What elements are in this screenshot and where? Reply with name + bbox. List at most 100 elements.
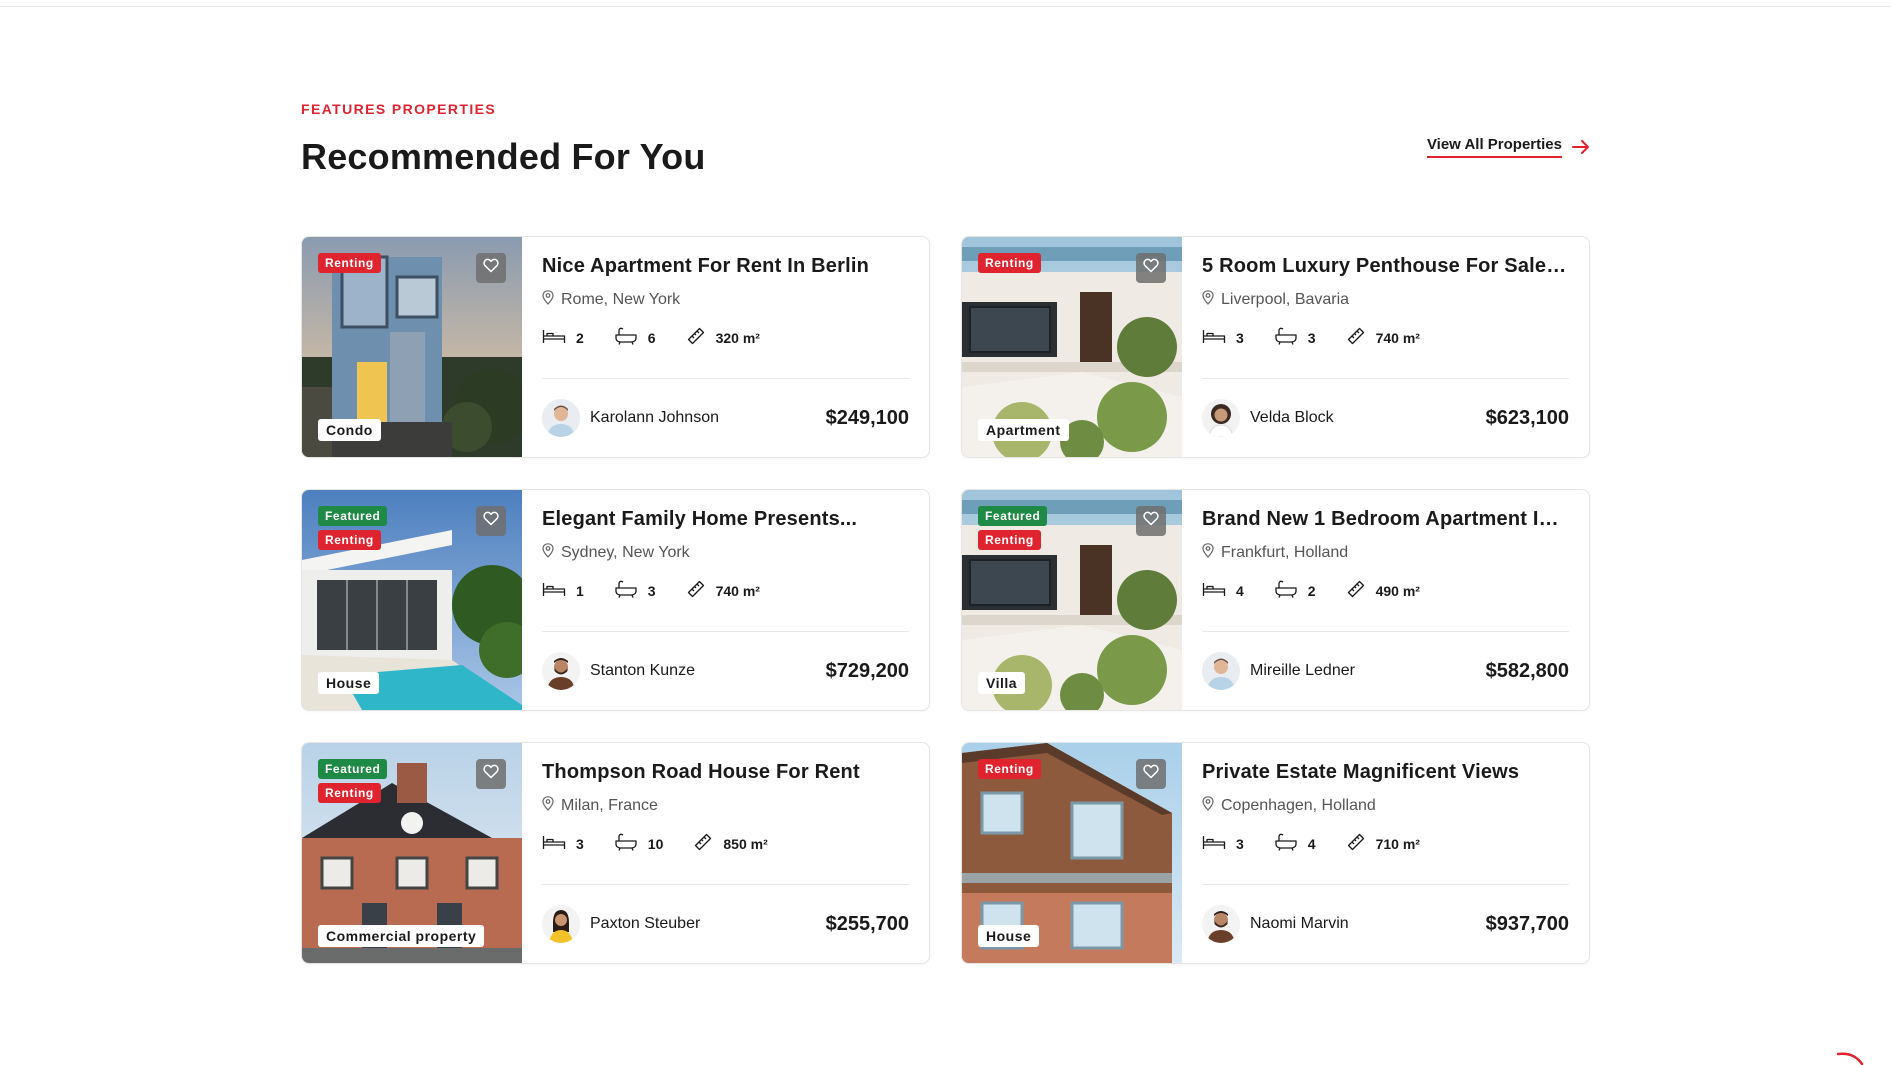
- location-pin-icon: [542, 543, 554, 563]
- location-text: Frankfurt, Holland: [1221, 544, 1349, 561]
- avatar: [542, 652, 580, 690]
- heart-icon: [1143, 764, 1159, 784]
- property-type-tag: Apartment: [978, 419, 1069, 441]
- bathtub-icon: [614, 580, 638, 601]
- agent-name: Paxton Steuber: [590, 915, 701, 932]
- location-text: Sydney, New York: [561, 544, 690, 561]
- card-divider: [542, 378, 909, 379]
- bedrooms-count: 4: [1236, 582, 1244, 599]
- property-card[interactable]: Featured Renting House Elegant Family Hom…: [301, 489, 930, 711]
- featured-badge: Featured: [318, 759, 388, 779]
- property-location: Copenhagen, Holland: [1202, 796, 1569, 816]
- agent[interactable]: Naomi Marvin: [1202, 905, 1349, 943]
- property-card[interactable]: Featured Renting Villa Brand New 1 Bedroo…: [961, 489, 1590, 711]
- favorite-button[interactable]: [1136, 506, 1166, 536]
- property-type-tag: House: [978, 925, 1040, 947]
- bathrooms-spec: 3: [614, 580, 656, 601]
- avatar: [1202, 399, 1240, 437]
- bedrooms-spec: 3: [1202, 328, 1244, 347]
- bedrooms-count: 2: [576, 329, 584, 346]
- property-price: $623,100: [1485, 406, 1569, 429]
- property-title[interactable]: Brand New 1 Bedroom Apartment In...: [1202, 508, 1568, 531]
- property-card[interactable]: Featured Renting Commercial property Thom…: [301, 742, 930, 964]
- bathrooms-spec: 6: [614, 327, 656, 348]
- renting-badge: Renting: [978, 530, 1041, 550]
- property-specs: 2 6 320 m²: [542, 326, 909, 349]
- area-spec: 490 m²: [1346, 579, 1420, 602]
- heart-icon: [1143, 258, 1159, 278]
- property-image[interactable]: Featured Renting Commercial property: [302, 743, 522, 963]
- property-image[interactable]: Featured Renting House: [302, 490, 522, 710]
- property-card[interactable]: Renting Condo Nice Apartment For Rent In…: [301, 236, 930, 458]
- property-info: Private Estate Magnificent Views Copenha…: [1182, 743, 1589, 963]
- top-divider: [0, 6, 1891, 7]
- favorite-button[interactable]: [1136, 759, 1166, 789]
- bed-icon: [542, 328, 566, 347]
- agent-name: Karolann Johnson: [590, 409, 719, 426]
- agent-name: Naomi Marvin: [1250, 915, 1349, 932]
- property-title[interactable]: 5 Room Luxury Penthouse For Sale In...: [1202, 255, 1568, 278]
- property-image[interactable]: Renting Condo: [302, 237, 522, 457]
- bed-icon: [1202, 581, 1226, 600]
- bathrooms-spec: 3: [1274, 327, 1316, 348]
- loading-spinner-icon: [1836, 1052, 1866, 1065]
- agent[interactable]: Velda Block: [1202, 399, 1334, 437]
- bathrooms-spec: 10: [614, 833, 664, 854]
- property-title[interactable]: Nice Apartment For Rent In Berlin: [542, 255, 908, 278]
- property-price: $582,800: [1485, 659, 1569, 682]
- property-card[interactable]: Renting Apartment 5 Room Luxury Penthous…: [961, 236, 1590, 458]
- agent-name: Stanton Kunze: [590, 662, 695, 679]
- bedrooms-spec: 3: [1202, 834, 1244, 853]
- area-spec: 740 m²: [1346, 326, 1420, 349]
- agent-name: Mireille Ledner: [1250, 662, 1355, 679]
- property-image[interactable]: Renting House: [962, 743, 1182, 963]
- property-location: Milan, France: [542, 796, 909, 816]
- bathrooms-count: 10: [647, 835, 664, 852]
- status-badges: Featured Renting: [318, 759, 388, 803]
- card-divider: [1202, 378, 1569, 379]
- property-card[interactable]: Renting House Private Estate Magnificent…: [961, 742, 1590, 964]
- property-price: $729,200: [825, 659, 909, 682]
- property-specs: 1 3 740 m²: [542, 579, 909, 602]
- view-all-properties-link[interactable]: View All Properties: [1426, 136, 1590, 158]
- bedrooms-spec: 1: [542, 581, 584, 600]
- property-title[interactable]: Private Estate Magnificent Views: [1202, 761, 1568, 784]
- bedrooms-count: 3: [1236, 329, 1244, 346]
- status-badges: Renting: [318, 253, 381, 273]
- location-text: Rome, New York: [561, 291, 681, 308]
- property-specs: 3 4 710 m²: [1202, 832, 1569, 855]
- property-type-tag: House: [318, 672, 380, 694]
- property-specs: 4 2 490 m²: [1202, 579, 1569, 602]
- property-title[interactable]: Thompson Road House For Rent: [542, 761, 908, 784]
- favorite-button[interactable]: [476, 253, 506, 283]
- location-text: Copenhagen, Holland: [1221, 797, 1376, 814]
- bathrooms-count: 3: [1307, 329, 1316, 346]
- agent-row: Mireille Ledner $582,800: [1202, 652, 1569, 690]
- agent[interactable]: Paxton Steuber: [542, 905, 700, 943]
- favorite-button[interactable]: [1136, 253, 1166, 283]
- agent[interactable]: Karolann Johnson: [542, 399, 719, 437]
- favorite-button[interactable]: [476, 506, 506, 536]
- property-image[interactable]: Renting Apartment: [962, 237, 1182, 457]
- avatar: [542, 905, 580, 943]
- area-value: 740 m²: [715, 582, 760, 599]
- property-title[interactable]: Elegant Family Home Presents...: [542, 508, 908, 531]
- bed-icon: [542, 581, 566, 600]
- area-spec: 740 m²: [686, 579, 760, 602]
- location-pin-icon: [542, 796, 554, 816]
- area-spec: 710 m²: [1346, 832, 1420, 855]
- bathtub-icon: [1274, 833, 1298, 854]
- ruler-icon: [1346, 326, 1366, 349]
- ruler-icon: [1346, 832, 1366, 855]
- favorite-button[interactable]: [476, 759, 506, 789]
- agent[interactable]: Stanton Kunze: [542, 652, 695, 690]
- bedrooms-spec: 2: [542, 328, 584, 347]
- listings-grid: Renting Condo Nice Apartment For Rent In…: [301, 236, 1590, 964]
- bedrooms-spec: 4: [1202, 581, 1244, 600]
- agent[interactable]: Mireille Ledner: [1202, 652, 1355, 690]
- card-divider: [542, 631, 909, 632]
- location-pin-icon: [1202, 543, 1214, 563]
- property-info: Nice Apartment For Rent In Berlin Rome, …: [522, 237, 929, 457]
- property-image[interactable]: Featured Renting Villa: [962, 490, 1182, 710]
- property-info: Elegant Family Home Presents... Sydney, …: [522, 490, 929, 710]
